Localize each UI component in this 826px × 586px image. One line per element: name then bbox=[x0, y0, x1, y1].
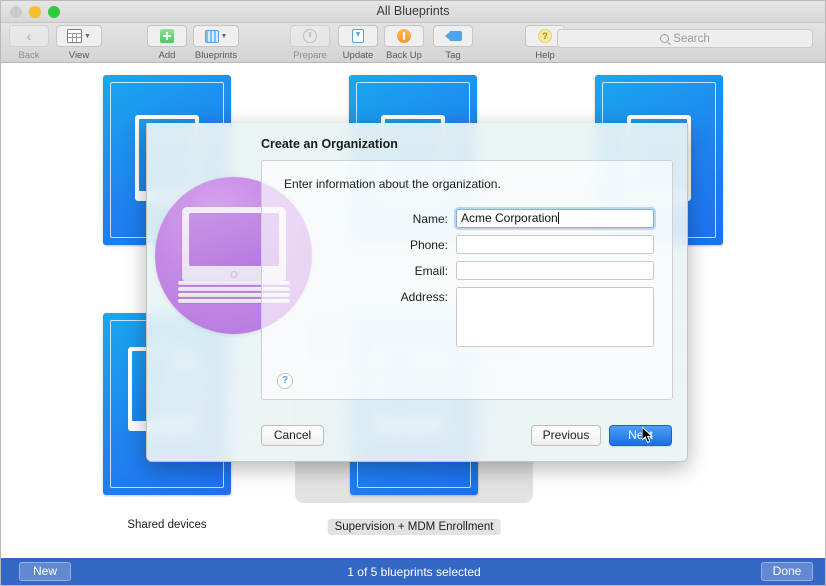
create-organization-sheet: Create an Organization Enter information… bbox=[146, 123, 688, 462]
blueprints-grid: Shared devices Supervision + MDM Enrollm… bbox=[1, 63, 826, 560]
toolbar-label-prepare: Prepare bbox=[293, 50, 327, 61]
email-field[interactable] bbox=[456, 261, 654, 280]
chevron-down-icon: ▼ bbox=[84, 33, 91, 40]
tag-icon bbox=[445, 31, 462, 41]
window-title: All Blueprints bbox=[1, 4, 825, 18]
new-blueprint-button[interactable]: New bbox=[19, 562, 71, 581]
address-field-label: Address: bbox=[262, 287, 448, 307]
toolbar-label-help: Help bbox=[535, 50, 555, 61]
selection-status-text: 1 of 5 blueprints selected bbox=[1, 565, 826, 579]
toolbar-label-tag: Tag bbox=[445, 50, 460, 61]
sheet-title: Create an Organization bbox=[261, 137, 398, 151]
toolbar-button-prepare[interactable]: Prepare bbox=[290, 25, 330, 61]
next-button[interactable]: Next bbox=[609, 425, 672, 446]
toolbar-button-update[interactable]: Update bbox=[338, 25, 378, 61]
grid-view-icon bbox=[67, 29, 82, 43]
toolbar-button-blueprints[interactable]: ▼ Blueprints bbox=[193, 25, 239, 61]
blueprint-label: Shared devices bbox=[127, 519, 206, 531]
search-placeholder: Search bbox=[673, 33, 709, 45]
search-magnifier-icon bbox=[660, 34, 669, 43]
name-field[interactable]: Acme Corporation bbox=[456, 209, 654, 228]
prepare-icon bbox=[303, 29, 317, 43]
toolbar-label-view: View bbox=[69, 50, 89, 61]
done-button[interactable]: Done bbox=[761, 562, 813, 581]
previous-button[interactable]: Previous bbox=[531, 425, 601, 446]
email-field-label: Email: bbox=[262, 261, 448, 281]
main-toolbar: ‹ Back ▼ View Add ▼ Blueprints Prepare U… bbox=[1, 23, 825, 63]
toolbar-button-backup[interactable]: Back Up bbox=[384, 25, 424, 61]
help-question-icon: ? bbox=[538, 29, 552, 43]
form-row-email: Email: bbox=[262, 261, 672, 281]
toolbar-button-view[interactable]: ▼ View bbox=[56, 25, 102, 61]
cancel-button[interactable]: Cancel bbox=[261, 425, 324, 446]
blueprint-label: Supervision + MDM Enrollment bbox=[328, 519, 501, 535]
address-field[interactable] bbox=[456, 287, 654, 347]
search-input[interactable]: Search bbox=[557, 29, 813, 48]
artwork-home-button-icon bbox=[230, 271, 237, 278]
backup-icon bbox=[397, 29, 411, 43]
phone-field-label: Phone: bbox=[262, 235, 448, 255]
toolbar-label-back: Back bbox=[18, 50, 39, 61]
vm-window: All Blueprints ‹ Back ▼ View Add ▼ Bluep… bbox=[0, 0, 826, 586]
toolbar-label-update: Update bbox=[343, 50, 374, 61]
sheet-help-icon[interactable]: ? bbox=[277, 373, 293, 389]
back-chevron-icon: ‹ bbox=[27, 29, 32, 43]
toolbar-button-back[interactable]: ‹ Back bbox=[9, 25, 49, 61]
window-titlebar: All Blueprints bbox=[1, 1, 825, 23]
organization-form-panel: Enter information about the organization… bbox=[261, 160, 673, 400]
form-row-address: Address: bbox=[262, 287, 672, 307]
toolbar-label-blueprints: Blueprints bbox=[195, 50, 237, 61]
form-row-phone: Phone: bbox=[262, 235, 672, 255]
name-field-label: Name: bbox=[262, 209, 448, 229]
toolbar-button-add[interactable]: Add bbox=[147, 25, 187, 61]
update-download-icon bbox=[352, 29, 364, 43]
add-plus-icon bbox=[160, 29, 174, 43]
toolbar-label-add: Add bbox=[159, 50, 176, 61]
toolbar-label-backup: Back Up bbox=[386, 50, 422, 61]
text-caret bbox=[558, 212, 559, 224]
form-row-name: Name: Acme Corporation bbox=[262, 209, 672, 229]
toolbar-button-tag[interactable]: Tag bbox=[433, 25, 473, 61]
name-field-value: Acme Corporation bbox=[461, 211, 558, 225]
blueprints-icon bbox=[205, 30, 219, 43]
bottom-status-bar: New 1 of 5 blueprints selected Done bbox=[1, 558, 826, 585]
chevron-down-icon: ▼ bbox=[221, 33, 228, 40]
phone-field[interactable] bbox=[456, 235, 654, 254]
form-intro-text: Enter information about the organization… bbox=[284, 177, 501, 191]
